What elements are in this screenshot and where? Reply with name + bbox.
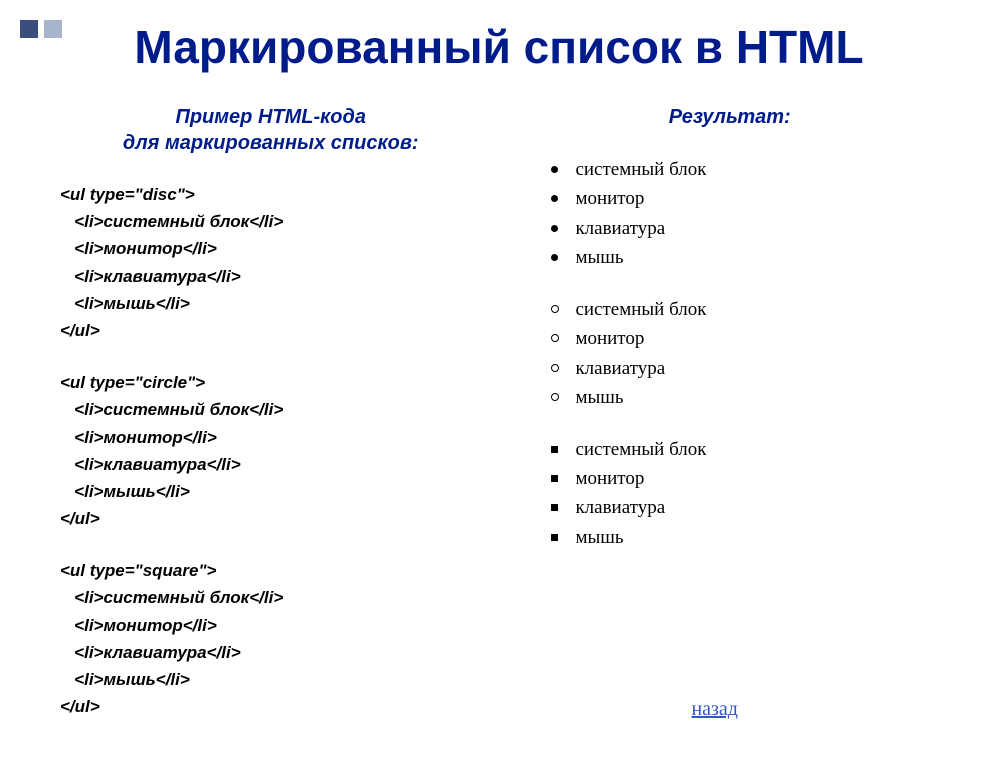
code-line: <ul type="square">: [60, 557, 481, 584]
list-item: клавиатура: [551, 493, 938, 522]
result-subtitle: Результат:: [521, 104, 938, 130]
code-line: <li>клавиатура</li>: [60, 451, 481, 478]
code-line: <li>мышь</li>: [60, 666, 481, 693]
code-line: </ul>: [60, 505, 481, 532]
list-item: мышь: [551, 523, 938, 552]
list-item: клавиатура: [551, 354, 938, 383]
code-line: <li>мышь</li>: [60, 478, 481, 505]
code-block-circle: <ul type="circle"> <li>системный блок</l…: [60, 369, 481, 532]
accent-square-icon: [44, 20, 62, 38]
content-area: Пример HTML-кода для маркированных списк…: [0, 104, 998, 745]
result-list-disc: системный блок монитор клавиатура мышь: [521, 155, 938, 273]
code-line: </ul>: [60, 317, 481, 344]
accent-decoration: [20, 20, 62, 38]
list-item: клавиатура: [551, 214, 938, 243]
code-line: <li>системный блок</li>: [60, 396, 481, 423]
code-block-square: <ul type="square"> <li>системный блок</l…: [60, 557, 481, 720]
list-item: системный блок: [551, 435, 938, 464]
result-column: Результат: системный блок монитор клавиа…: [481, 104, 938, 745]
list-item: монитор: [551, 324, 938, 353]
code-line: <li>мышь</li>: [60, 290, 481, 317]
code-subtitle: Пример HTML-кода для маркированных списк…: [60, 104, 481, 156]
subtitle-line: Пример HTML-кода: [175, 106, 366, 128]
back-link[interactable]: назад: [691, 698, 738, 721]
result-list-circle: системный блок монитор клавиатура мышь: [521, 295, 938, 413]
page-title: Маркированный список в HTML: [0, 20, 998, 74]
list-item: системный блок: [551, 295, 938, 324]
code-line: <li>клавиатура</li>: [60, 263, 481, 290]
code-line: <ul type="circle">: [60, 369, 481, 396]
code-line: <li>клавиатура</li>: [60, 639, 481, 666]
code-line: <li>монитор</li>: [60, 235, 481, 262]
list-item: монитор: [551, 464, 938, 493]
code-line: <li>монитор</li>: [60, 612, 481, 639]
subtitle-line: для маркированных списков:: [123, 132, 419, 154]
code-line: <li>системный блок</li>: [60, 208, 481, 235]
code-line: </ul>: [60, 693, 481, 720]
result-list-square: системный блок монитор клавиатура мышь: [521, 435, 938, 553]
list-item: мышь: [551, 243, 938, 272]
list-item: монитор: [551, 184, 938, 213]
list-item: мышь: [551, 383, 938, 412]
list-item: системный блок: [551, 155, 938, 184]
code-block-disc: <ul type="disc"> <li>системный блок</li>…: [60, 181, 481, 344]
accent-square-icon: [20, 20, 38, 38]
code-line: <ul type="disc">: [60, 181, 481, 208]
code-line: <li>системный блок</li>: [60, 584, 481, 611]
code-line: <li>монитор</li>: [60, 424, 481, 451]
code-column: Пример HTML-кода для маркированных списк…: [60, 104, 481, 745]
